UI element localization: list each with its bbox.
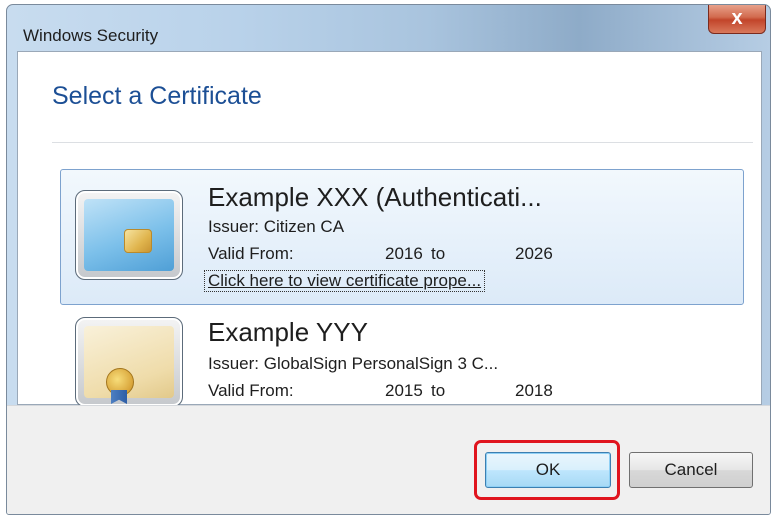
separator [52,142,753,143]
certificate-issuer: Issuer: Citizen CA [208,217,345,236]
title-bar[interactable]: Windows Security x [7,5,770,45]
certificate-document-icon [75,317,183,407]
certificate-ribbon [111,390,127,404]
smart-card-face [84,199,174,271]
dialog-heading: Select a Certificate [52,82,262,110]
certificate-valid-from: 2016 [385,244,423,263]
window-title: Windows Security [23,26,159,45]
certificate-item-1[interactable]: Example XXX (Authenticati... Issuer: Cit… [60,169,744,305]
certificate-paper [84,326,174,404]
dialog-content: Select a Certificate Example XXX (Authen… [17,51,762,407]
certificate-valid-to-word: to [431,244,446,263]
close-icon: x [731,7,743,29]
certificate-item-2[interactable]: Example YYY Issuer: GlobalSign PersonalS… [60,310,744,407]
view-certificate-properties-link[interactable]: Click here to view certificate prope... [203,270,486,292]
certificate-valid-to: 2026 [515,244,553,263]
certificate-valid-to-word: to [431,381,446,400]
ok-button[interactable]: OK [485,452,611,488]
close-button[interactable]: x [708,5,766,34]
button-bar: OK Cancel [7,405,770,514]
certificate-name: Example XXX (Authenticati... [208,182,542,212]
windows-security-dialog: Windows Security x Select a Certificate … [6,4,771,515]
smart-card-icon [75,190,183,280]
certificate-valid-label: Valid From: [208,244,294,263]
certificate-valid-label: Valid From: [208,381,294,400]
certificate-valid-to: 2018 [515,381,553,400]
certificate-issuer: Issuer: GlobalSign PersonalSign 3 C... [208,354,499,373]
certificate-name: Example YYY [208,317,368,347]
card-chip [124,229,152,253]
cancel-button[interactable]: Cancel [629,452,753,488]
certificate-valid-from: 2015 [385,381,423,400]
